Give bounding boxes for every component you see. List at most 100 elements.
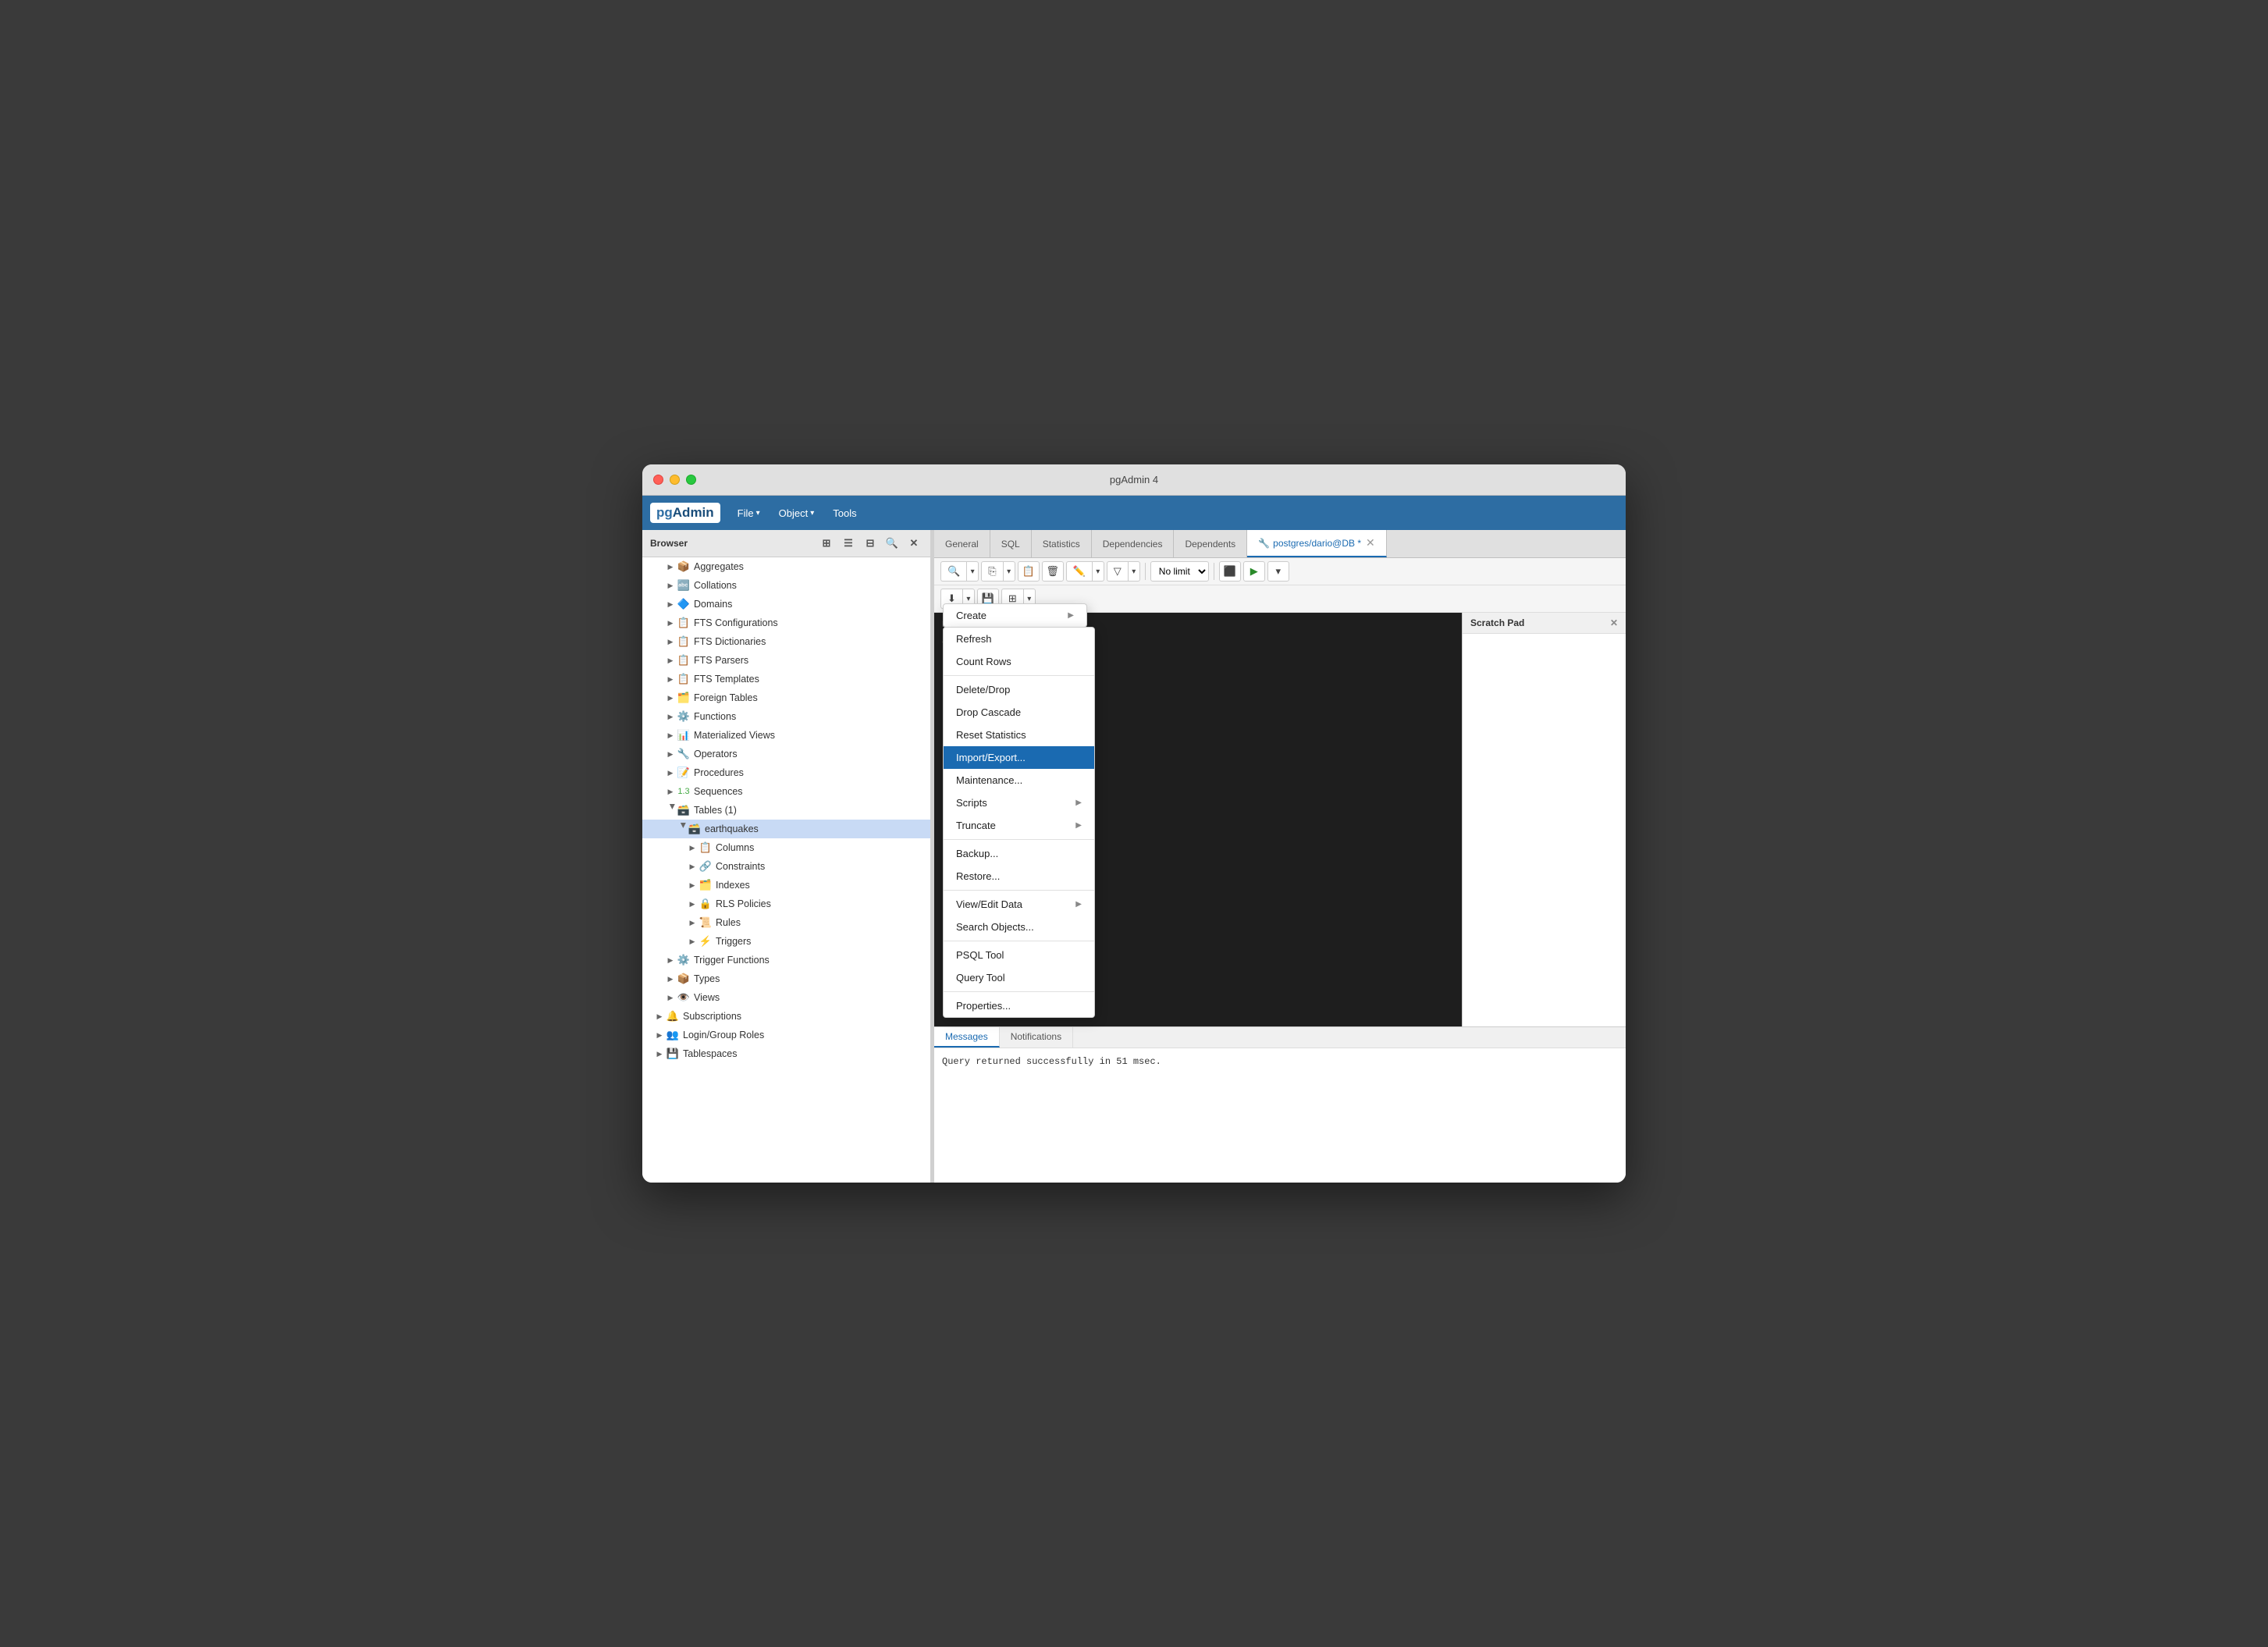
- expand-indexes[interactable]: ▶: [686, 879, 699, 891]
- context-truncate[interactable]: Truncate ▶: [944, 814, 1094, 837]
- tab-close-button[interactable]: ✕: [1366, 536, 1375, 550]
- tab-sql[interactable]: SQL: [990, 530, 1032, 557]
- tab-statistics[interactable]: Statistics: [1032, 530, 1092, 557]
- expand-views[interactable]: ▶: [664, 991, 677, 1004]
- minimize-button[interactable]: [670, 475, 680, 485]
- refresh-icon[interactable]: ✕: [905, 535, 922, 552]
- edit-button[interactable]: ✏️: [1066, 561, 1092, 582]
- edit-dropdown[interactable]: ▾: [1092, 561, 1104, 582]
- scratch-pad-close[interactable]: ✕: [1610, 617, 1618, 628]
- expand-rules[interactable]: ▶: [686, 916, 699, 929]
- tree-item[interactable]: ▶ 🗂️ Indexes: [642, 876, 930, 895]
- filter-dropdown[interactable]: ▾: [1128, 561, 1140, 582]
- tree-item[interactable]: ▶ ⚙️ Functions: [642, 707, 930, 726]
- context-drop-cascade[interactable]: Drop Cascade: [944, 701, 1094, 724]
- search-browser-icon[interactable]: 🔍: [883, 535, 901, 552]
- tools-menu[interactable]: Tools: [825, 504, 864, 522]
- expand-tables[interactable]: ▶: [664, 804, 677, 816]
- context-delete-drop[interactable]: Delete/Drop: [944, 678, 1094, 701]
- tree-item[interactable]: ▶ 📜 Rules: [642, 913, 930, 932]
- tree-item[interactable]: ▶ 📋 FTS Dictionaries: [642, 632, 930, 651]
- expand-mat-views[interactable]: ▶: [664, 729, 677, 742]
- tree-item[interactable]: ▶ 🗃️ earthquakes: [642, 820, 930, 838]
- tree-item[interactable]: ▶ 🔷 Domains: [642, 595, 930, 614]
- tree-item[interactable]: ▶ 📦 Aggregates: [642, 557, 930, 576]
- search-dropdown[interactable]: ▾: [966, 561, 979, 582]
- tree-item[interactable]: ▶ 📊 Materialized Views: [642, 726, 930, 745]
- columns-view-icon[interactable]: ⊟: [862, 535, 879, 552]
- tree-item[interactable]: ▶ ⚡ Triggers: [642, 932, 930, 951]
- expand-earthquakes[interactable]: ▶: [675, 823, 688, 835]
- maximize-button[interactable]: [686, 475, 696, 485]
- expand-sequences[interactable]: ▶: [664, 785, 677, 798]
- tree-item[interactable]: ▶ 📋 FTS Parsers: [642, 651, 930, 670]
- expand-subscriptions[interactable]: ▶: [653, 1010, 666, 1023]
- expand-fts-templates[interactable]: ▶: [664, 673, 677, 685]
- messages-tab[interactable]: Messages: [934, 1027, 1000, 1048]
- context-scripts[interactable]: Scripts ▶: [944, 791, 1094, 814]
- search-button[interactable]: 🔍: [940, 561, 966, 582]
- expand-fts-parsers[interactable]: ▶: [664, 654, 677, 667]
- context-maintenance[interactable]: Maintenance...: [944, 769, 1094, 791]
- expand-fts-dict[interactable]: ▶: [664, 635, 677, 648]
- expand-domains[interactable]: ▶: [664, 598, 677, 610]
- tab-dependencies[interactable]: Dependencies: [1092, 530, 1175, 557]
- tab-dependents[interactable]: Dependents: [1174, 530, 1247, 557]
- context-count-rows[interactable]: Count Rows: [944, 650, 1094, 673]
- tree-item[interactable]: ▶ 🔗 Constraints: [642, 857, 930, 876]
- expand-procedures[interactable]: ▶: [664, 767, 677, 779]
- context-refresh[interactable]: Refresh: [944, 628, 1094, 650]
- expand-collations[interactable]: ▶: [664, 579, 677, 592]
- expand-tablespaces[interactable]: ▶: [653, 1048, 666, 1060]
- context-reset-stats[interactable]: Reset Statistics: [944, 724, 1094, 746]
- table-view-icon[interactable]: ☰: [840, 535, 857, 552]
- tree-item[interactable]: ▶ 💾 Tablespaces: [642, 1044, 930, 1063]
- context-restore[interactable]: Restore...: [944, 865, 1094, 888]
- context-import-export[interactable]: Import/Export...: [944, 746, 1094, 769]
- limit-select[interactable]: No limit 100 500 1000: [1150, 561, 1209, 582]
- expand-fts-config[interactable]: ▶: [664, 617, 677, 629]
- tree-item[interactable]: ▶ ⚙️ Trigger Functions: [642, 951, 930, 969]
- tree-item[interactable]: ▶ 📋 FTS Templates: [642, 670, 930, 688]
- expand-operators[interactable]: ▶: [664, 748, 677, 760]
- notifications-tab[interactable]: Notifications: [1000, 1027, 1073, 1048]
- expand-aggregates[interactable]: ▶: [664, 560, 677, 573]
- expand-columns[interactable]: ▶: [686, 841, 699, 854]
- tree-item[interactable]: ▶ 📝 Procedures: [642, 763, 930, 782]
- delete-button[interactable]: 🗑: [1042, 561, 1064, 582]
- file-menu[interactable]: File ▾: [730, 504, 768, 522]
- stop-button[interactable]: ⬛: [1219, 561, 1241, 582]
- expand-login-roles[interactable]: ▶: [653, 1029, 666, 1041]
- context-search-objects[interactable]: Search Objects...: [944, 916, 1094, 938]
- run-dropdown[interactable]: ▾: [1267, 561, 1289, 582]
- grid-view-icon[interactable]: ⊞: [818, 535, 835, 552]
- tree-item[interactable]: ▶ 1.3 Sequences: [642, 782, 930, 801]
- tree-item[interactable]: ▶ 🔤 Collations: [642, 576, 930, 595]
- expand-trigger-funcs[interactable]: ▶: [664, 954, 677, 966]
- tree-item[interactable]: ▶ 📋 Columns: [642, 838, 930, 857]
- object-menu[interactable]: Object ▾: [771, 504, 823, 522]
- expand-types[interactable]: ▶: [664, 973, 677, 985]
- tab-general[interactable]: General: [934, 530, 990, 557]
- tree-item[interactable]: ▶ 👁️ Views: [642, 988, 930, 1007]
- context-properties[interactable]: Properties...: [944, 994, 1094, 1017]
- tree-item[interactable]: ▶ 👥 Login/Group Roles: [642, 1026, 930, 1044]
- paste-button[interactable]: 📋: [1018, 561, 1040, 582]
- close-button[interactable]: [653, 475, 663, 485]
- context-query-tool[interactable]: Query Tool: [944, 966, 1094, 989]
- expand-constraints[interactable]: ▶: [686, 860, 699, 873]
- create-menu-header[interactable]: Create ▶: [944, 604, 1086, 627]
- tree-item[interactable]: ▶ 📦 Types: [642, 969, 930, 988]
- expand-foreign-tables[interactable]: ▶: [664, 692, 677, 704]
- tree-item[interactable]: ▶ 🔧 Operators: [642, 745, 930, 763]
- tree-item[interactable]: ▶ 🗂️ Foreign Tables: [642, 688, 930, 707]
- expand-triggers[interactable]: ▶: [686, 935, 699, 948]
- tab-query-tool[interactable]: 🔧 postgres/dario@DB * ✕: [1247, 530, 1387, 557]
- run-button[interactable]: ▶: [1243, 561, 1265, 582]
- copy-dropdown[interactable]: ▾: [1003, 561, 1015, 582]
- tree-item[interactable]: ▶ 🔒 RLS Policies: [642, 895, 930, 913]
- context-view-edit-data[interactable]: View/Edit Data ▶: [944, 893, 1094, 916]
- copy-button[interactable]: ⎘: [981, 561, 1002, 582]
- filter-button[interactable]: ▽: [1107, 561, 1128, 582]
- context-psql-tool[interactable]: PSQL Tool: [944, 944, 1094, 966]
